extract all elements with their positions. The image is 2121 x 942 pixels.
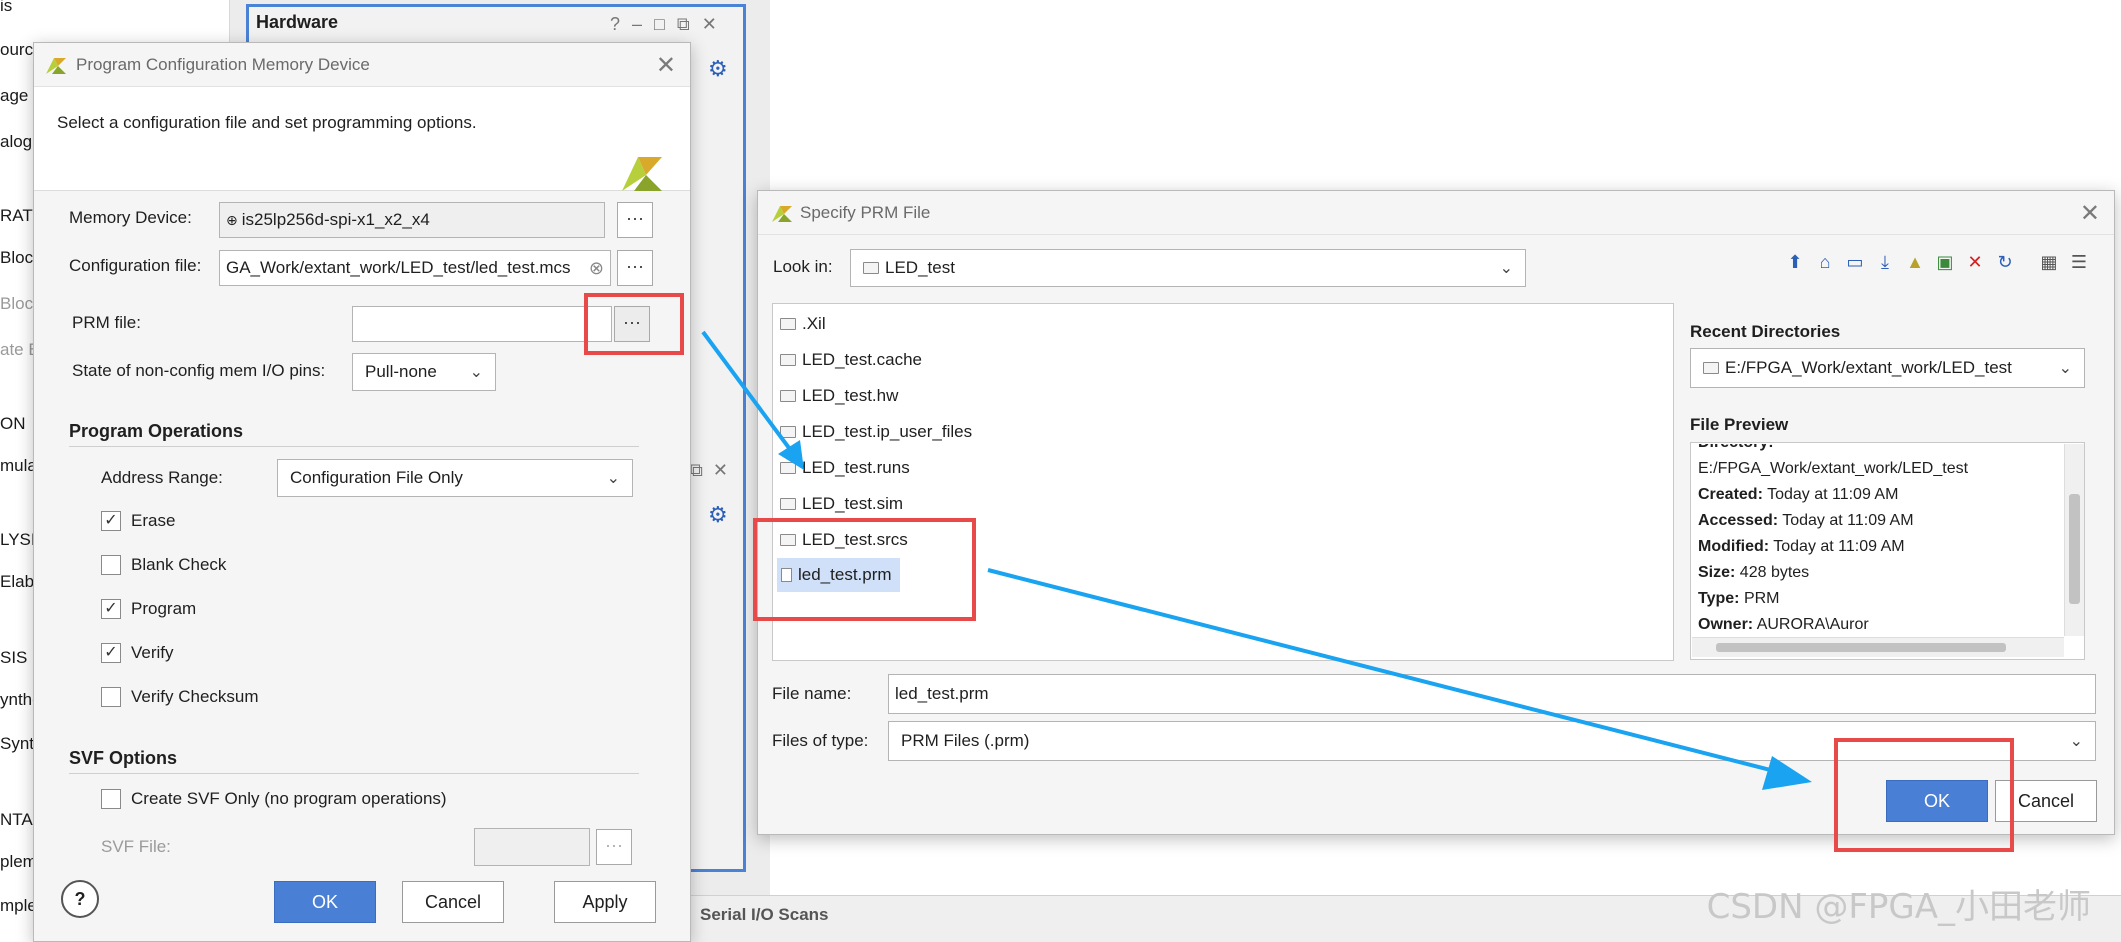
arrow-head [1762,756,1812,790]
annotation-arrows [701,330,1812,790]
arrow-to-list [701,330,794,454]
arrow-head [778,440,804,470]
arrow-to-ok [987,568,1791,777]
watermark: CSDN @FPGA_小田老师 [1706,887,2091,927]
